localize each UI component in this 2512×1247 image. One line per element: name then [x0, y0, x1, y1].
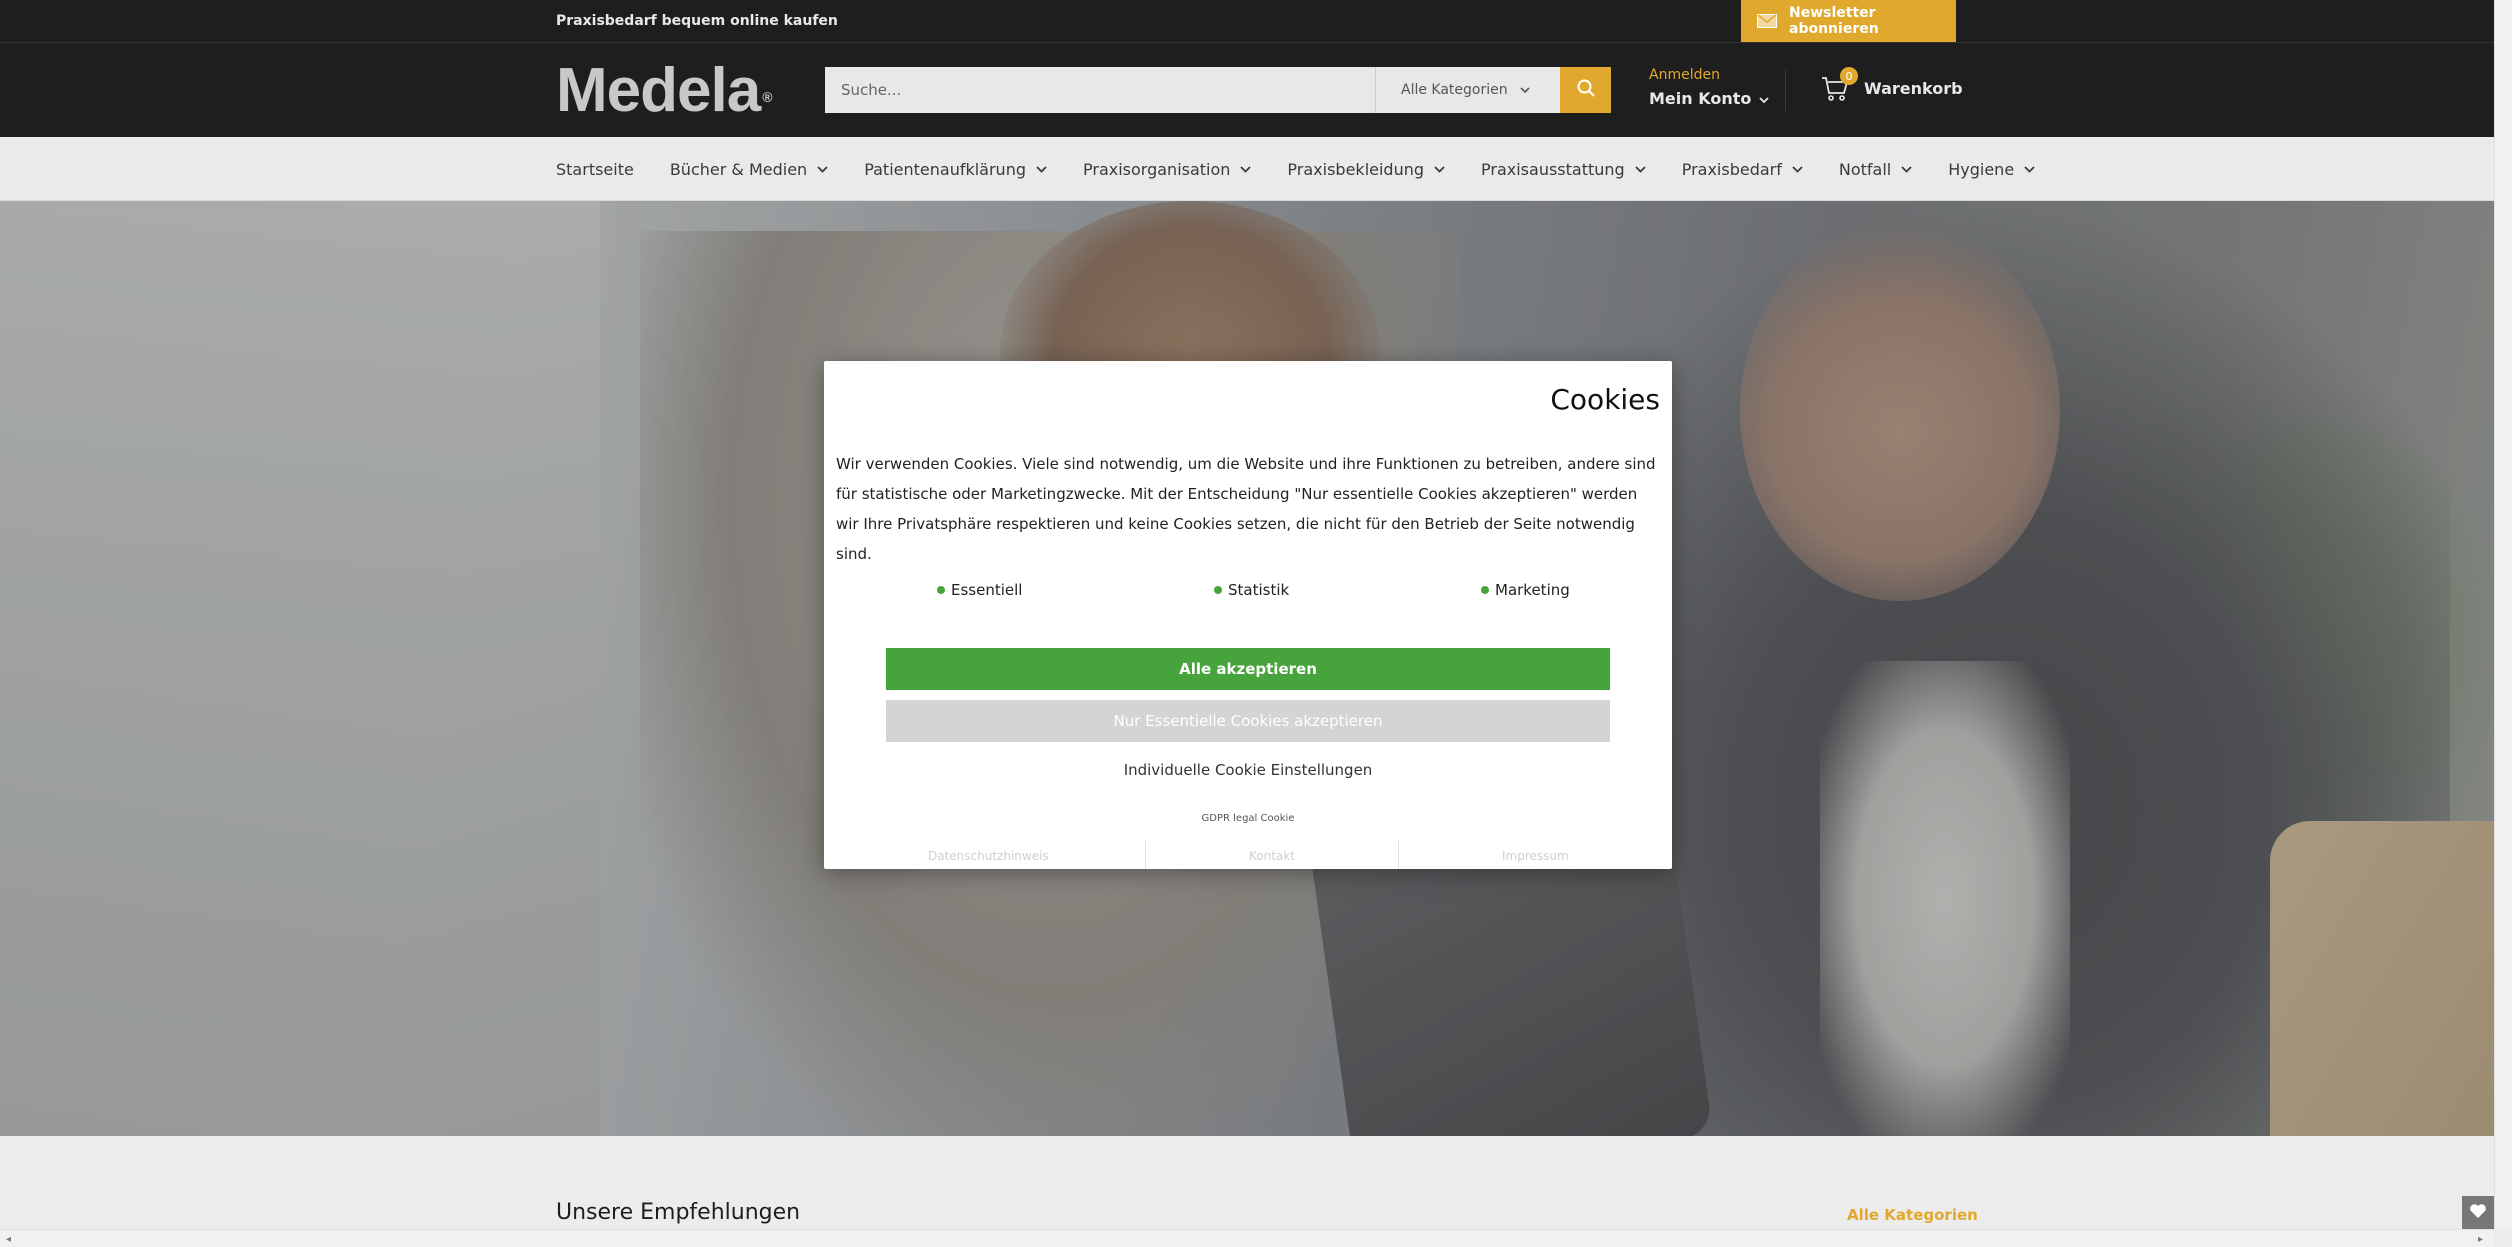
nav-item-label: Praxisorganisation — [1083, 159, 1231, 179]
logo-text: Medela — [556, 56, 761, 125]
chevron-down-icon — [817, 165, 828, 173]
all-categories-link[interactable]: Alle Kategorien — [1847, 1206, 1978, 1224]
category-select[interactable]: Alle Kategorien — [1375, 67, 1560, 113]
individual-settings-link[interactable]: Individuelle Cookie Einstellungen — [824, 761, 1672, 779]
announcement-bar: Praxisbedarf bequem online kaufen Newsle… — [0, 0, 2494, 43]
nav-item-praxisausstattung[interactable]: Praxisausstattung — [1481, 160, 1646, 179]
cart-icon: 0 — [1820, 67, 1858, 103]
nav-item-praxisorganisation[interactable]: Praxisorganisation — [1083, 159, 1252, 179]
mail-icon — [1757, 14, 1777, 28]
status-dot — [937, 586, 945, 594]
privacy-link[interactable]: Datenschutzhinweis — [928, 849, 1049, 863]
nav-item-notfall[interactable]: Notfall — [1839, 160, 1912, 179]
search-button[interactable] — [1560, 67, 1611, 113]
chevron-down-icon — [2024, 165, 2035, 173]
login-link[interactable]: Anmelden — [1649, 67, 1769, 83]
cookie-toggle-marketing[interactable]: Marketing — [1481, 581, 1570, 599]
cookie-toggle-label: Statistik — [1228, 581, 1290, 599]
main-navigation: Startseite Bücher & Medien Patientenaufklä… — [0, 137, 2494, 201]
chevron-down-icon — [1759, 89, 1769, 108]
scroll-left-icon[interactable]: ◂ — [6, 1234, 11, 1245]
site-header: Medela® Alle Kategorien Anmelden Mein Ko… — [0, 43, 2494, 137]
horizontal-scrollbar[interactable]: ◂ ▸ — [0, 1229, 2494, 1247]
my-account-toggle[interactable]: Mein Konto — [1649, 89, 1769, 108]
newsletter-label: Newsletter abonnieren — [1789, 5, 1879, 37]
account-menu[interactable]: Anmelden Mein Konto — [1649, 67, 1769, 108]
chevron-down-icon — [1792, 165, 1803, 173]
nav-item-bücher-medien[interactable]: Bücher & Medien — [670, 160, 828, 179]
chevron-down-icon — [1434, 165, 1445, 173]
nav-item-label: Bücher & Medien — [669, 159, 808, 179]
registered-mark: ® — [762, 89, 772, 105]
cookie-toggle-label: Essentiell — [951, 581, 1023, 599]
nav-item-startseite[interactable]: Startseite — [556, 160, 634, 179]
nav-item-praxisbedarf[interactable]: Praxisbedarf — [1682, 160, 1803, 179]
newsletter-button[interactable]: Newsletter abonnieren — [1741, 0, 1956, 42]
nav-item-patientenaufklärung[interactable]: Patientenaufklärung — [864, 160, 1047, 179]
cookie-modal-title: Cookies — [1550, 383, 1660, 416]
wishlist-button[interactable] — [2462, 1196, 2494, 1229]
nav-item-hygiene[interactable]: Hygiene — [1948, 160, 2035, 179]
accept-all-button[interactable]: Alle akzeptieren — [886, 648, 1610, 690]
recommendations-section: Unsere Empfehlungen Alle Kategorien — [0, 1136, 2494, 1229]
search-bar: Alle Kategorien — [825, 67, 1611, 113]
chevron-down-icon — [1520, 82, 1530, 98]
header-divider — [1785, 69, 1786, 111]
search-input[interactable] — [825, 67, 1375, 113]
cookie-consent-modal: Cookies Wir verwenden Cookies. Viele sin… — [824, 361, 1672, 869]
chevron-down-icon — [1240, 165, 1252, 173]
gdpr-credit: GDPR legal Cookie — [1201, 813, 1295, 824]
cookie-toggle-essentiell[interactable]: Essentiell — [937, 581, 1022, 599]
my-account-label: Mein Konto — [1649, 89, 1752, 108]
footer-divider — [1398, 841, 1399, 869]
nav-item-label: Praxisausstattung — [1481, 159, 1625, 179]
accept-essential-button[interactable]: Nur Essentielle Cookies akzeptieren — [886, 700, 1610, 742]
chevron-down-icon — [1635, 165, 1646, 173]
cookie-category-toggles: Essentiell Statistik Marketing — [824, 581, 1672, 611]
cart-count-badge: 0 — [1840, 67, 1858, 85]
nav-item-label: Patientenaufklärung — [864, 159, 1026, 179]
recommendations-title: Unsere Empfehlungen — [556, 1200, 801, 1225]
status-dot — [1481, 586, 1489, 594]
cookie-toggle-statistik[interactable]: Statistik — [1214, 581, 1289, 599]
nav-item-praxisbekleidung[interactable]: Praxisbekleidung — [1287, 160, 1445, 179]
cookie-toggle-label: Marketing — [1495, 581, 1570, 599]
footer-divider — [1145, 841, 1146, 869]
nav-item-label: Praxisbekleidung — [1287, 159, 1425, 179]
cookie-modal-footer: Datenschutzhinweis Kontakt Impressum — [824, 841, 1672, 869]
nav-item-label: Hygiene — [1948, 159, 2015, 179]
chevron-down-icon — [1901, 165, 1912, 173]
vertical-scrollbar[interactable] — [2494, 0, 2512, 1229]
search-icon — [1576, 78, 1596, 102]
scroll-right-icon[interactable]: ▸ — [2478, 1234, 2483, 1245]
nav-list: Startseite Bücher & Medien Patientenaufklä… — [556, 137, 2071, 201]
nav-item-label: Praxisbedarf — [1681, 159, 1782, 179]
cart-label: Warenkorb — [1864, 78, 1963, 98]
promo-text: Praxisbedarf bequem online kaufen — [556, 13, 838, 29]
nav-item-label: Startseite — [556, 159, 634, 179]
imprint-link[interactable]: Impressum — [1502, 849, 1569, 863]
medela-logo[interactable]: Medela ® — [556, 56, 773, 125]
cookie-modal-text: Wir verwenden Cookies. Viele sind notwen… — [836, 455, 1656, 563]
heart-icon — [2469, 1203, 2487, 1223]
nav-item-label: Notfall — [1838, 159, 1892, 179]
status-dot — [1214, 586, 1222, 594]
category-select-label: Alle Kategorien — [1401, 82, 1508, 98]
cart-button[interactable]: 0 Warenkorb — [1820, 67, 1963, 103]
chevron-down-icon — [1036, 165, 1047, 173]
contact-link[interactable]: Kontakt — [1249, 849, 1295, 863]
